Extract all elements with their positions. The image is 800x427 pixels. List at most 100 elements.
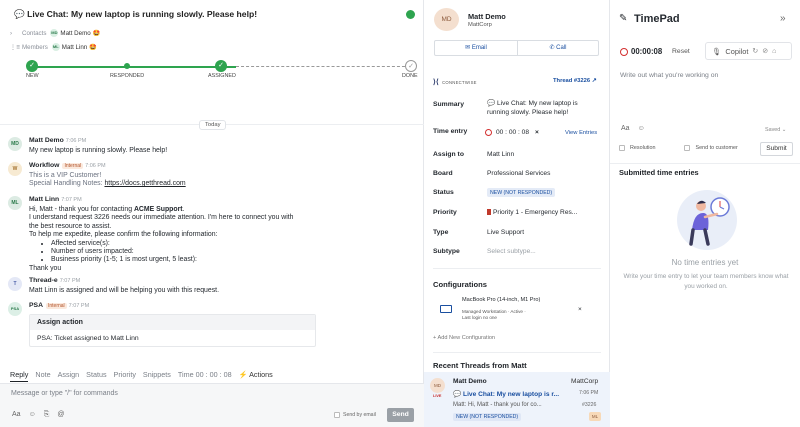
assignee-avatar: ML [589,412,601,421]
message-line: I understand request 3226 needs our imme… [29,214,294,222]
chevron-down-icon: ⌄ [781,127,787,133]
mention-icon[interactable]: @ [57,411,64,419]
tab-reply[interactable]: Reply [10,370,29,382]
stage-label-assigned: ASSIGNED [208,73,236,79]
contact-avatar: MD [434,8,459,31]
status-value[interactable]: NEW (NOT RESPONDED) [487,188,556,197]
ticket-progress: ✓ ✓ ✓ NEW RESPONDED ASSIGNED DONE [26,60,418,80]
section-divider [433,352,601,353]
docs-link[interactable]: https://docs.getthread.com [104,180,185,187]
tab-time[interactable]: Time 00 : 00 : 08 [178,370,232,382]
thread-title: 💬 Live Chat: My new laptop is r... [453,391,560,398]
call-button[interactable]: ✆ Call [517,40,599,56]
email-button[interactable]: ✉ Email [434,40,518,56]
record-icon[interactable] [485,129,492,136]
resolution-label: Resolution [630,145,656,151]
conversation-pane: 💬 Live Chat: My new laptop is running sl… [0,0,424,427]
config-name[interactable]: MacBook Pro (14-inch, M1 Pro) [462,297,540,303]
record-icon[interactable] [620,47,628,56]
submitted-title: Submitted time entries [619,168,699,177]
tab-snippets[interactable]: Snippets [143,370,171,382]
section-divider [610,163,800,164]
list-item: Business priority (1-5; 1 is most urgent… [51,256,293,264]
send-button[interactable]: Send [387,408,414,422]
avatar: ML [8,196,22,210]
view-entries-link[interactable]: View Entries [565,130,597,136]
text-format-icon[interactable]: Aa [12,411,21,419]
type-value[interactable]: Live Support [487,229,524,236]
tab-assign[interactable]: Assign [58,370,80,382]
send-to-customer-label: Send to customer [695,145,738,151]
stage-done-check-icon: ✓ [405,60,417,72]
tab-actions[interactable]: ⚡ Actions [239,370,273,382]
laptop-icon [440,305,452,313]
person-clock-icon [689,197,730,246]
subtype-label: Subtype [433,248,460,255]
clear-icon[interactable]: × [535,129,539,136]
stage-new-check-icon: ✓ [26,60,38,72]
send-by-email-checkbox[interactable] [334,412,340,418]
message-line: Thank you [29,264,62,272]
member-chip[interactable]: ML Matt Linn 🤩 [51,43,97,51]
board-value[interactable]: Professional Services [487,170,550,177]
status-badge: NEW (NOT RESPONDED) [487,188,556,197]
emoji-icon[interactable]: ☺ [638,125,645,132]
priority-text: Priority 1 - Emergency Res... [493,209,578,216]
submit-button[interactable]: Submit [760,142,793,156]
connectwise-logo: ⟩⟨ CONNECTWISE [433,78,477,86]
copilot-button[interactable]: 🎙 Copilot ↻ ⊘ ⌂ [705,42,792,60]
stage-assigned-check-icon: ✓ [215,60,227,72]
timepad-pane: ✎ TimePad » 00:00:08 Reset 🎙 Copilot ↻ ⊘… [610,0,800,427]
copilot-label: Copilot [725,46,749,56]
subtype-select[interactable]: Select subtype... [487,248,536,255]
text-format-icon[interactable]: Aa [621,125,630,132]
card-text: PSA: Ticket assigned to Matt Linn [37,335,139,342]
contact-name: Matt Demo [60,29,91,37]
message-input[interactable]: Message or type "/" for commands [11,390,118,397]
tab-priority[interactable]: Priority [114,370,136,382]
attachment-icon[interactable]: ⎘ [44,411,50,419]
thumbs-down-icon[interactable]: ⊘ [762,47,768,55]
tab-note[interactable]: Note [35,370,50,382]
refresh-icon[interactable]: ↻ [752,47,758,55]
members-row: ⋮≡ Members ML Matt Linn 🤩 [10,43,97,51]
thumbs-up-icon[interactable]: ⌂ [772,48,776,55]
assign-to-value[interactable]: Matt Linn [487,151,514,158]
summary-value: 💬 Live Chat: My new laptop is running sl… [487,100,578,117]
composer: Message or type "/" for commands Aa ☺ ⎘ … [0,383,424,427]
send-by-email-label: Send by email [343,412,376,418]
message-body: My new laptop is running slowly. Please … [29,147,168,154]
emoji-icon[interactable]: ☺ [29,411,36,419]
priority-value[interactable]: Priority 1 - Emergency Res... [487,209,577,216]
timepad-toolbar: Aa ☺ [621,125,645,132]
thread-link[interactable]: Thread #3226 ↗ [553,78,597,84]
collapse-icon[interactable]: » [780,13,786,24]
timer-value: 00:00:08 [631,47,663,56]
empty-state-title: No time entries yet [671,258,739,267]
tab-status[interactable]: Status [86,370,106,382]
avatar: W [8,162,22,176]
reset-button[interactable]: Reset [672,48,690,55]
remove-config-icon[interactable]: × [578,306,582,313]
emoji-icon: 🤩 [89,44,97,51]
contact-chip[interactable]: MD Matt Demo 🤩 [50,29,100,37]
call-button-label: Call [556,45,567,51]
ticket-details-pane: MD Matt Demo MattCorp ✉ Email ✆ Call ⟩⟨ … [424,0,610,427]
message-body: Matt Linn is assigned and will be helpin… [29,287,219,294]
contact-name: Matt Demo [468,12,506,21]
add-configuration-button[interactable]: + Add New Configuration [433,335,495,341]
intro-suffix: . [182,206,185,213]
time-entry-textarea[interactable]: Write out what you're working on [620,72,718,79]
company-name: ACME Support [133,206,183,213]
resolution-checkbox[interactable] [619,145,625,151]
send-to-customer-checkbox[interactable] [684,145,691,151]
notification-icon[interactable] [406,10,415,19]
saved-status: Saved ⌄ [765,127,786,133]
message-header: Matt Demo 7:06 PM [29,137,86,144]
message-author: PSA [29,302,43,309]
expand-icon[interactable]: ⋮≡ [10,44,20,51]
message-header: Matt Linn 7:07 PM [29,196,82,203]
recent-thread-item[interactable]: MD LIVE Matt Demo MattCorp 💬 Live Chat: … [424,372,610,427]
send-by-email-toggle[interactable]: Send by email [334,412,376,418]
summary-label: Summary [433,101,464,108]
